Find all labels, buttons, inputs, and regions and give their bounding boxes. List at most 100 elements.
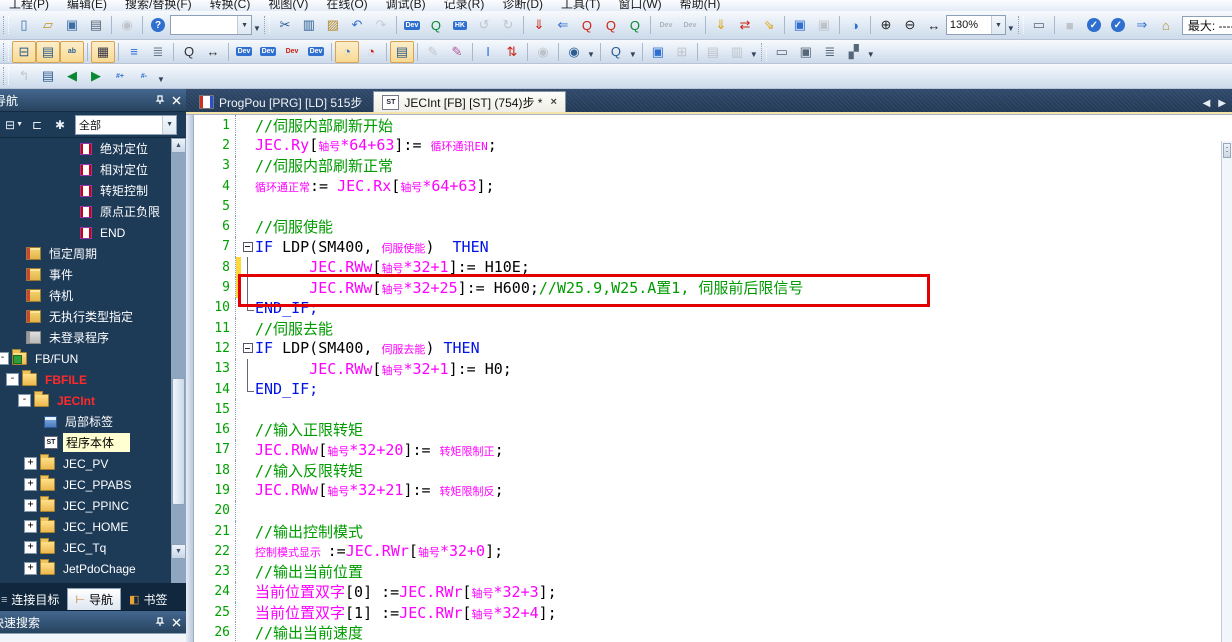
quick-search-body[interactable] bbox=[0, 633, 186, 642]
cross-ref-jump-icon[interactable]: ⇓ bbox=[527, 14, 551, 36]
tree-item-JECInt[interactable]: - JECInt bbox=[0, 390, 186, 411]
tree-filter-combo[interactable]: 全部 ▼ bbox=[75, 114, 177, 135]
ladder-gray-icon[interactable]: ▤ bbox=[701, 41, 725, 63]
save-project-icon[interactable]: ▣ bbox=[60, 14, 84, 36]
paste-icon[interactable]: ▨ bbox=[321, 14, 345, 36]
expand-icon[interactable]: + bbox=[24, 520, 37, 533]
undo-icon[interactable]: ↶ bbox=[345, 14, 369, 36]
edit-gray-icon[interactable]: ✎ bbox=[421, 41, 445, 63]
monitor-window-icon[interactable]: ▣ bbox=[788, 14, 812, 36]
code-line-8[interactable]: 8 JEC.RWw[轴号 *32+1]:= H10E; bbox=[194, 257, 1222, 278]
splitter-handle-icon[interactable] bbox=[1223, 143, 1231, 158]
tree-item-相对定位[interactable]: 相对定位 bbox=[0, 159, 186, 180]
tree-item-待机[interactable]: 待机 bbox=[0, 285, 186, 306]
code-line-4[interactable]: 4 循环通正常:= JEC.Rx[轴号 *64+63]; bbox=[194, 175, 1222, 197]
tree-item-绝对定位[interactable]: 绝对定位 bbox=[0, 138, 186, 159]
code-line-16[interactable]: 16 //输入正限转矩 bbox=[194, 419, 1222, 440]
chevron-down-icon[interactable]: ▼ bbox=[162, 115, 176, 134]
code-line-24[interactable]: 24 当前位置双字 [0] := JEC.RWr[轴号 *32+3]; bbox=[194, 581, 1222, 603]
tree-item-恒定周期[interactable]: 恒定周期 bbox=[0, 243, 186, 264]
tree-item-JEC_PV[interactable]: + JEC_PV bbox=[0, 453, 186, 474]
expand-icon[interactable]: + bbox=[24, 478, 37, 491]
device-display-icon[interactable]: Dev bbox=[232, 41, 256, 63]
cut-icon[interactable]: ✂ bbox=[273, 14, 297, 36]
tab-scroll-right-icon[interactable]: ▶ bbox=[1218, 98, 1226, 109]
zoom-level-combo[interactable]: 130% ▼ bbox=[945, 15, 1006, 35]
cross-ref-window2-icon[interactable]: Q bbox=[599, 14, 623, 36]
code-line-18[interactable]: 18 //输入反限转矩 bbox=[194, 460, 1222, 481]
toolbar-grip[interactable] bbox=[263, 16, 270, 34]
scrollbar-thumb[interactable] bbox=[172, 378, 185, 505]
toolbar-grip[interactable] bbox=[3, 42, 9, 61]
watch-window-icon[interactable]: ◑ bbox=[843, 14, 867, 36]
next-mark-icon[interactable]: ⇘ bbox=[757, 14, 781, 36]
quick-find-combo[interactable]: ▼ bbox=[170, 15, 252, 35]
device-skip-icon[interactable]: Dev bbox=[304, 41, 328, 63]
close-tab-icon[interactable]: × bbox=[550, 96, 556, 108]
instruction-find-icon[interactable]: HK bbox=[448, 14, 472, 36]
cross-ref-back-icon[interactable]: ⇐ bbox=[551, 14, 575, 36]
online-change-icon[interactable]: ⇒ bbox=[1130, 14, 1154, 36]
sort-icon[interactable]: ⊟ ▼ bbox=[4, 116, 24, 134]
code-line-21[interactable]: 21 //输出控制模式 bbox=[194, 520, 1222, 542]
navigation-window-icon[interactable]: ⊟ bbox=[12, 40, 36, 63]
print-icon[interactable]: ▤ bbox=[84, 14, 108, 36]
editor-tab-inactive[interactable]: ProgPou [PRG] [LD] 515步 bbox=[191, 92, 370, 112]
toolbar-grip[interactable] bbox=[3, 67, 9, 85]
redo-icon[interactable]: ↷ bbox=[369, 14, 393, 36]
statement-display-icon[interactable]: ab bbox=[60, 40, 84, 63]
cross-ref-window-icon[interactable]: Q bbox=[575, 14, 599, 36]
pin-icon[interactable] bbox=[155, 95, 165, 105]
editor-tab-active[interactable]: ST JECInt [FB] [ST] (754)步 * × bbox=[373, 91, 566, 112]
toolbar-overflow-icon[interactable]: ▼ bbox=[252, 18, 263, 33]
toolbar-overflow-icon[interactable]: ▼ bbox=[586, 44, 597, 59]
tree-item-END[interactable]: END bbox=[0, 222, 186, 243]
check-circle-icon[interactable]: ✓ bbox=[1082, 14, 1106, 36]
clock-red-icon[interactable]: ◔ bbox=[359, 41, 383, 63]
screen-keys-icon[interactable]: ▭ bbox=[1027, 14, 1051, 36]
dock-tab-书签[interactable]: ◧ 书签 bbox=[122, 589, 174, 610]
gear-icon[interactable]: ✱ bbox=[50, 116, 70, 134]
scroll-up-icon[interactable]: ▲ bbox=[171, 138, 186, 153]
device-ref-gray-icon[interactable]: Dev bbox=[654, 14, 678, 36]
program-check-icon[interactable]: ⇅ bbox=[500, 41, 524, 63]
doc-gray-icon[interactable]: ▥ bbox=[725, 41, 749, 63]
undo-big-gray-icon[interactable]: ↰ bbox=[12, 65, 36, 87]
device-test-icon[interactable]: Dev bbox=[280, 41, 304, 63]
code-line-15[interactable]: 15 bbox=[194, 399, 1222, 420]
new-project-icon[interactable]: ▯ bbox=[12, 14, 36, 36]
ladder-find-icon[interactable]: Q bbox=[424, 14, 448, 36]
tree-item-FBFILE[interactable]: - FBFILE bbox=[0, 369, 186, 390]
code-line-3[interactable]: 3 //伺服内部刷新正常 bbox=[194, 155, 1222, 176]
code-line-19[interactable]: 19 JEC.RWw[轴号 *32+21]:= 转矩限制反; bbox=[194, 480, 1222, 501]
code-line-22[interactable]: 22 控制模式显示 := JEC.RWr[轴号 *32+0]; bbox=[194, 541, 1222, 562]
tree-item-JetPdoChage[interactable]: + JetPdoChage bbox=[0, 558, 186, 579]
replace-icon[interactable]: ↔ bbox=[201, 41, 225, 63]
chevron-down-icon[interactable]: ▼ bbox=[990, 16, 1005, 34]
tree-item-FB/FUN[interactable]: - FB/FUN bbox=[0, 348, 186, 369]
tree-item-JEC_PPABS[interactable]: + JEC_PPABS bbox=[0, 474, 186, 495]
code-line-25[interactable]: 25 当前位置双字 [1] := JEC.RWr[轴号 *32+4]; bbox=[194, 602, 1222, 623]
tree-item-局部标签[interactable]: 局部标签 bbox=[0, 411, 186, 432]
window-find-icon[interactable]: ▣ bbox=[646, 41, 670, 63]
tree-item-JEC_HOME[interactable]: + JEC_HOME bbox=[0, 516, 186, 537]
check-circle2-icon[interactable]: ✓ bbox=[1106, 14, 1130, 36]
ladder-display-icon[interactable]: ≡ bbox=[122, 41, 146, 63]
find-prev-green-icon[interactable]: ◀ bbox=[60, 65, 84, 87]
tab-scroll-left-icon[interactable]: ◀ bbox=[1203, 98, 1211, 109]
device-list-icon[interactable]: Q bbox=[623, 14, 647, 36]
open-project-icon[interactable]: ▱ bbox=[36, 14, 60, 36]
code-line-5[interactable]: 5 bbox=[194, 196, 1222, 217]
expand-icon[interactable]: + bbox=[24, 457, 37, 470]
zoom-in-icon[interactable]: ⊕ bbox=[874, 14, 898, 36]
tree-item-原点正负限[interactable]: 原点正负限 bbox=[0, 201, 186, 222]
set-mark-icon[interactable]: ⇄ bbox=[733, 14, 757, 36]
clock-blue-icon[interactable]: ◔ bbox=[335, 40, 359, 63]
close-icon[interactable] bbox=[172, 618, 181, 627]
fold-collapse-icon[interactable] bbox=[241, 338, 255, 358]
toolbar-grip[interactable] bbox=[760, 42, 767, 61]
code-line-17[interactable]: 17 JEC.RWw[轴号 *32+20]:= 转矩限制正; bbox=[194, 439, 1222, 461]
anchor-gray-icon[interactable]: ⊞ bbox=[670, 41, 694, 63]
scroll-down-icon[interactable]: ▼ bbox=[171, 544, 186, 559]
code-line-6[interactable]: 6 //伺服使能 bbox=[194, 216, 1222, 237]
